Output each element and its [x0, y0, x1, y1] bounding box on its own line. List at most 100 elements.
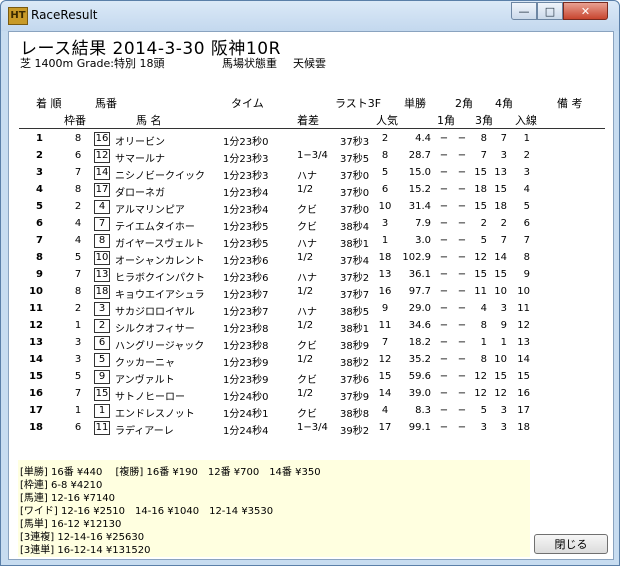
- margin-cell: 1/2: [297, 320, 314, 331]
- time-cell: 1分23秒9: [223, 375, 269, 386]
- horse-name-cell: サトノヒーロー: [115, 392, 185, 403]
- rank-cell: 2: [36, 150, 43, 161]
- corner3-cell: 8: [480, 133, 487, 144]
- horse-number-cell: 1: [94, 404, 110, 418]
- corner2-cell: −: [457, 269, 467, 280]
- app-icon: HT: [8, 7, 28, 25]
- title-bar[interactable]: HT RaceResult — □ ✕: [1, 1, 619, 31]
- last3f-cell: 38秒4: [340, 222, 370, 233]
- corner2-cell: −: [457, 218, 467, 229]
- horse-name-cell: オリービン: [115, 137, 165, 148]
- finish-cell: 4: [523, 184, 530, 195]
- corner3-cell: 11: [474, 286, 487, 297]
- client-area: レース結果 2014-3-30 阪神10R 芝 1400m Grade:特別 1…: [8, 31, 614, 560]
- rank-cell: 18: [29, 422, 43, 433]
- win-odds-cell: 4.4: [415, 133, 431, 144]
- popularity-cell: 12: [378, 354, 392, 365]
- frame-cell: 6: [74, 150, 82, 161]
- finish-cell: 5: [523, 201, 530, 212]
- corner3-cell: 4: [480, 303, 487, 314]
- corner3-cell: 5: [480, 405, 487, 416]
- rank-cell: 9: [36, 269, 43, 280]
- time-cell: 1分23秒9: [223, 358, 269, 369]
- time-cell: 1分23秒4: [223, 188, 269, 199]
- frame-cell: 2: [74, 201, 82, 212]
- corner1-cell: −: [439, 184, 449, 195]
- close-window-button[interactable]: ✕: [563, 2, 608, 20]
- horse-name-cell: キョウエイアシュラ: [115, 290, 205, 301]
- horse-name-cell: アルマリンピア: [115, 205, 185, 216]
- corner3-cell: 3: [480, 422, 487, 433]
- last3f-cell: 37秒0: [340, 171, 370, 182]
- corner1-cell: −: [439, 269, 449, 280]
- win-odds-cell: 28.7: [408, 150, 431, 161]
- horse-number-cell: 5: [94, 353, 110, 367]
- corner2-cell: −: [457, 286, 467, 297]
- popularity-cell: 17: [378, 422, 392, 433]
- horse-name-cell: ラディアーレ: [115, 426, 174, 437]
- corner3-cell: 7: [480, 150, 487, 161]
- last3f-cell: 38秒1: [340, 324, 370, 335]
- time-cell: 1分23秒7: [223, 307, 269, 318]
- corner1-cell: −: [439, 371, 449, 382]
- table-row: 12 1 2 シルクオフィサー 1分23秒8 1/2 38秒1 11 34.6− −8 9 12: [9, 318, 613, 335]
- window-title: RaceResult: [31, 8, 98, 22]
- corner2-cell: −: [457, 201, 467, 212]
- margin-cell: クビ: [297, 222, 317, 233]
- corner4-cell: 1: [500, 337, 507, 348]
- corner3-cell: 15: [474, 167, 487, 178]
- corner3-cell: 5: [480, 235, 487, 246]
- finish-cell: 11: [517, 303, 530, 314]
- corner2-cell: −: [457, 405, 467, 416]
- col-last3f: ラスト3F: [335, 97, 382, 110]
- horse-name-cell: サカジロロイヤル: [115, 307, 195, 318]
- popularity-cell: 18: [378, 252, 392, 263]
- table-row: 6 4 7 テイエムタイホー 1分23秒5 クビ 38秒4 3 7.9− −2 2 6: [9, 216, 613, 233]
- corner4-cell: 3: [500, 150, 507, 161]
- corner3-cell: 1: [480, 337, 487, 348]
- finish-cell: 2: [523, 150, 530, 161]
- corner1-cell: −: [439, 252, 449, 263]
- corner4-cell: 13: [494, 167, 507, 178]
- race-info: 芝 1400m Grade:特別 18頭: [20, 57, 165, 70]
- popularity-cell: 3: [381, 218, 389, 229]
- corner3-cell: 18: [474, 184, 487, 195]
- rank-cell: 7: [36, 235, 43, 246]
- win-odds-cell: 39.0: [408, 388, 431, 399]
- close-button[interactable]: 閉じる: [534, 534, 608, 554]
- finish-cell: 16: [517, 388, 530, 399]
- maximize-button[interactable]: □: [537, 2, 563, 20]
- rank-cell: 10: [29, 286, 43, 297]
- time-cell: 1分23秒0: [223, 137, 269, 148]
- corner4-cell: 10: [494, 286, 507, 297]
- frame-cell: 7: [74, 269, 82, 280]
- finish-cell: 7: [523, 235, 530, 246]
- weather: 天候雲: [293, 57, 326, 70]
- last3f-cell: 37秒0: [340, 205, 370, 216]
- rank-cell: 12: [29, 320, 43, 331]
- frame-cell: 8: [74, 286, 82, 297]
- horse-number-cell: 7: [94, 217, 110, 231]
- win-odds-cell: 34.6: [408, 320, 431, 331]
- win-odds-cell: 36.1: [408, 269, 431, 280]
- corner2-cell: −: [457, 252, 467, 263]
- col-frame: 枠番: [64, 114, 86, 127]
- margin-cell: クビ: [297, 205, 317, 216]
- corner1-cell: −: [439, 150, 449, 161]
- minimize-button[interactable]: —: [511, 2, 537, 20]
- time-cell: 1分24秒0: [223, 392, 269, 403]
- last3f-cell: 37秒3: [340, 137, 370, 148]
- finish-cell: 9: [523, 269, 530, 280]
- corner1-cell: −: [439, 388, 449, 399]
- table-row: 5 2 4 アルマリンピア 1分23秒4 クビ 37秒0 10 31.4− −15 18 5: [9, 199, 613, 216]
- last3f-cell: 39秒2: [340, 426, 370, 437]
- last3f-cell: 37秒2: [340, 273, 370, 284]
- corner1-cell: −: [439, 337, 449, 348]
- corner2-cell: −: [457, 388, 467, 399]
- col-corner2: 2角: [455, 97, 473, 110]
- rank-cell: 14: [29, 354, 43, 365]
- popularity-cell: 2: [381, 133, 389, 144]
- corner2-cell: −: [457, 337, 467, 348]
- corner3-cell: 2: [480, 218, 487, 229]
- horse-number-cell: 16: [94, 132, 110, 146]
